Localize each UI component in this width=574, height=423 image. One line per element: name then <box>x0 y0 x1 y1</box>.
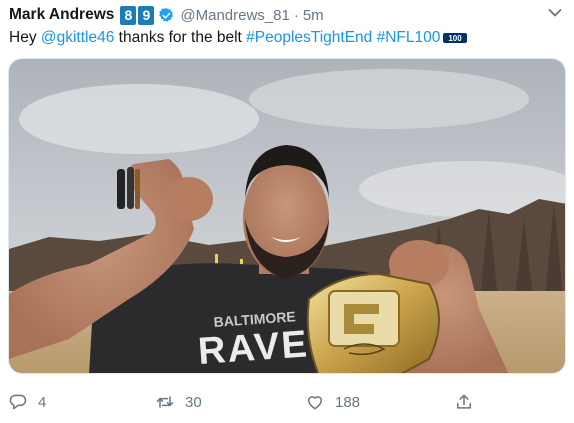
reply-count: 4 <box>38 393 47 411</box>
jersey-digit: 9 <box>138 5 155 25</box>
tweet-photo[interactable]: BALTIMORE RAVE <box>8 58 566 374</box>
like-count: 188 <box>335 393 361 411</box>
cloud <box>249 69 529 129</box>
share-icon <box>457 394 471 409</box>
text-segment: Hey <box>9 29 41 46</box>
share-button[interactable] <box>454 385 474 419</box>
cloud <box>19 84 259 154</box>
separator-dot: · <box>293 6 299 24</box>
action-bar: 4 30 188 <box>0 385 574 419</box>
mention-link[interactable]: @gkittle46 <box>41 29 114 46</box>
reply-button[interactable]: 4 <box>8 385 46 419</box>
shirt-text-line2: RAVE <box>197 323 310 373</box>
like-button[interactable]: 188 <box>305 385 360 419</box>
belt-plate <box>328 290 400 347</box>
retweet-count: 30 <box>185 393 202 411</box>
hashtag-link[interactable]: #NFL100 <box>377 29 441 46</box>
nfl100-emoji-icon: 100 <box>443 32 468 43</box>
like-icon <box>308 396 322 410</box>
wristbands <box>117 167 140 209</box>
fist <box>165 177 213 221</box>
author-handle[interactable]: @Mandrews_81 <box>180 7 289 24</box>
jersey-number-emoji: 8 9 <box>120 5 155 25</box>
author-name[interactable]: Mark Andrews <box>9 6 114 24</box>
tweet-text: Hey @gkittle46 thanks for the belt #Peop… <box>9 29 468 47</box>
text-segment: thanks for the belt <box>114 29 247 46</box>
svg-text:100: 100 <box>449 34 463 43</box>
tweet-header: Mark Andrews 8 9 @Mandrews_81 · 5m <box>9 4 324 26</box>
jersey-digit: 8 <box>120 5 137 25</box>
photo-scene: BALTIMORE RAVE <box>9 59 565 373</box>
verified-badge-icon <box>159 7 174 22</box>
caret-down-icon[interactable] <box>548 8 562 18</box>
reply-icon <box>9 394 27 410</box>
timestamp[interactable]: 5m <box>303 7 324 24</box>
retweet-button[interactable]: 30 <box>155 385 202 419</box>
retweet-icon <box>156 396 174 408</box>
hashtag-link[interactable]: #PeoplesTightEnd <box>246 29 372 46</box>
